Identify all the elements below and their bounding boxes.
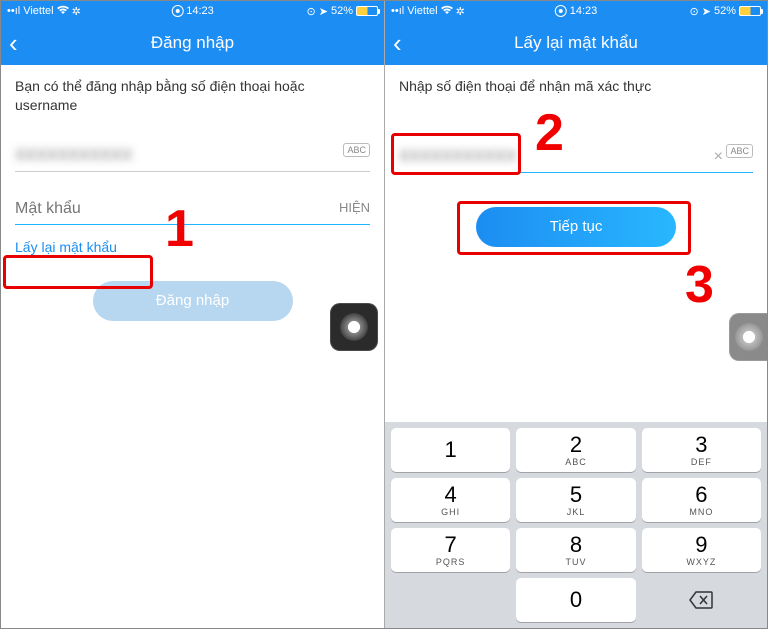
instruction-text: Bạn có thể đăng nhập bằng số điện thoại … bbox=[1, 65, 384, 123]
battery-label: 52% bbox=[714, 5, 736, 17]
abc-badge: ABC bbox=[343, 143, 370, 157]
navbar: ‹ Đăng nhập bbox=[1, 21, 384, 65]
record-icon bbox=[171, 5, 183, 17]
continue-button[interactable]: Tiếp tục bbox=[476, 207, 676, 247]
back-icon[interactable]: ‹ bbox=[9, 30, 18, 56]
keypad-spacer bbox=[391, 578, 510, 622]
alarm-icon: ⊙ bbox=[307, 5, 316, 18]
battery-icon bbox=[739, 6, 761, 16]
battery-label: 52% bbox=[331, 5, 353, 17]
instruction-text: Nhập số điện thoại để nhận mã xác thực bbox=[385, 65, 767, 104]
clock-label: 14:23 bbox=[186, 5, 214, 17]
password-field-row: HIỆN bbox=[1, 194, 384, 225]
status-bar: ••ıl Viettel ✲ 14:23 ⊙ ➤ 52% bbox=[1, 1, 384, 21]
back-icon[interactable]: ‹ bbox=[393, 30, 402, 56]
clear-icon[interactable]: × bbox=[714, 148, 723, 166]
phone-field-row: XXXXXXXXXXX × ABC bbox=[385, 142, 767, 173]
assistive-touch-icon[interactable] bbox=[330, 303, 378, 351]
carrier-label: Viettel bbox=[23, 5, 53, 17]
wifi-icon bbox=[441, 5, 453, 18]
signal-icon: ••ıl bbox=[391, 5, 404, 17]
keypad-key-6[interactable]: 6MNO bbox=[642, 478, 761, 522]
keypad-key-0[interactable]: 0 bbox=[516, 578, 635, 622]
carrier-label: Viettel bbox=[407, 5, 437, 17]
status-bar: ••ıl Viettel ✲ 14:23 ⊙ ➤ 52% bbox=[385, 1, 767, 21]
keypad-key-1[interactable]: 1 bbox=[391, 428, 510, 472]
assistive-touch-icon[interactable] bbox=[729, 313, 767, 361]
keypad-key-3[interactable]: 3DEF bbox=[642, 428, 761, 472]
location-icon: ➤ bbox=[319, 5, 328, 18]
loading-icon: ✲ bbox=[456, 5, 465, 18]
battery-icon bbox=[356, 6, 378, 16]
password-input[interactable] bbox=[15, 194, 370, 225]
login-screen: ••ıl Viettel ✲ 14:23 ⊙ ➤ 52% ‹ Đăng nhập bbox=[1, 1, 384, 628]
abc-badge: ABC bbox=[726, 144, 753, 158]
loading-icon: ✲ bbox=[72, 5, 81, 18]
location-icon: ➤ bbox=[702, 5, 711, 18]
page-title: Đăng nhập bbox=[151, 33, 234, 53]
wifi-icon bbox=[57, 5, 69, 18]
numeric-keypad: 12ABC3DEF 4GHI5JKL6MNO 7PQRS8TUV9WXYZ0 bbox=[385, 422, 767, 628]
keypad-key-4[interactable]: 4GHI bbox=[391, 478, 510, 522]
login-button[interactable]: Đăng nhập bbox=[93, 281, 293, 321]
page-title: Lấy lại mật khẩu bbox=[514, 33, 638, 53]
keypad-key-7[interactable]: 7PQRS bbox=[391, 528, 510, 572]
phone-input[interactable]: XXXXXXXXXXX bbox=[15, 141, 370, 172]
signal-icon: ••ıl bbox=[7, 5, 20, 17]
keypad-delete-icon[interactable] bbox=[642, 578, 761, 622]
phone-field-row: XXXXXXXXXXX ABC bbox=[1, 141, 384, 172]
keypad-key-8[interactable]: 8TUV bbox=[516, 528, 635, 572]
forgot-password-link[interactable]: Lấy lại mật khẩu bbox=[1, 225, 131, 261]
keypad-key-9[interactable]: 9WXYZ bbox=[642, 528, 761, 572]
annotation-number-3: 3 bbox=[685, 255, 714, 315]
phone-input[interactable]: XXXXXXXXXXX bbox=[399, 142, 753, 173]
keypad-key-2[interactable]: 2ABC bbox=[516, 428, 635, 472]
clock-label: 14:23 bbox=[570, 5, 598, 17]
show-password-toggle[interactable]: HIỆN bbox=[339, 200, 370, 215]
alarm-icon: ⊙ bbox=[690, 5, 699, 18]
record-icon bbox=[555, 5, 567, 17]
recover-password-screen: ••ıl Viettel ✲ 14:23 ⊙ ➤ 52% ‹ Lấy lại m… bbox=[384, 1, 767, 628]
keypad-key-5[interactable]: 5JKL bbox=[516, 478, 635, 522]
navbar: ‹ Lấy lại mật khẩu bbox=[385, 21, 767, 65]
